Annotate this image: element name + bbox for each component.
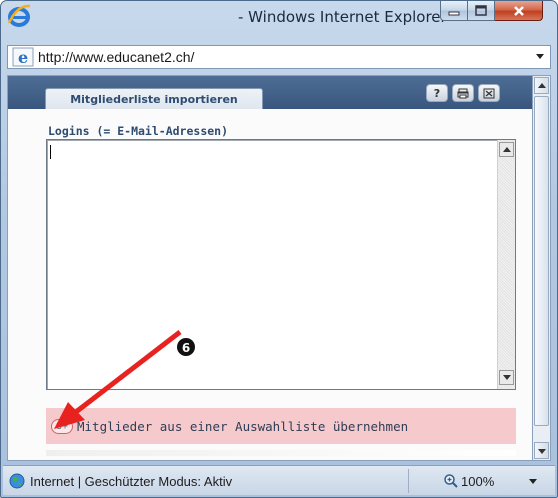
dialog-header: Mitgliederliste importieren ? [8,76,532,109]
address-bar[interactable]: e http://www.educanet2.ch/ [7,45,551,69]
ie-page-icon: e [12,47,34,67]
caption-buttons [440,1,551,21]
logins-label: Logins (= E-Mail-Adressen) [48,124,229,138]
select-from-list-row[interactable]: 8+ Mitglieder aus einer Auswahlliste übe… [46,408,516,444]
tab-mitgliederliste-importieren[interactable]: Mitgliederliste importieren [45,88,263,109]
maximize-icon [475,5,487,16]
title-bar[interactable]: - Windows Internet Explorer [1,1,557,35]
close-icon[interactable] [478,84,500,102]
scroll-up-button[interactable] [499,142,514,157]
security-zone-text[interactable]: Internet | Geschützter Modus: Aktiv [30,474,232,489]
zoom-icon[interactable] [444,474,458,488]
page-viewport: Mitgliederliste importieren ? Logins (= … [7,75,533,461]
page-scroll-down-button[interactable] [534,442,549,459]
close-window-button[interactable] [495,1,543,21]
add-member-icon[interactable]: 8+ [51,418,73,434]
scroll-down-button[interactable] [499,370,514,385]
internet-explorer-logo-icon [7,4,31,27]
text-caret [50,145,51,159]
close-icon [513,5,524,16]
maximize-button[interactable] [468,1,495,21]
zoom-level[interactable]: 100% [461,474,494,489]
dialog-bottom-strip [46,450,516,456]
window-title: - Windows Internet Explorer [238,8,447,26]
svg-text:e: e [18,48,28,67]
page-scroll-thumb[interactable] [534,96,549,426]
zoom-chevron-down-icon[interactable] [529,479,537,484]
browser-window: - Windows Internet Explorer e http://www… [0,0,558,498]
minimize-icon [448,11,460,15]
status-divider [408,469,409,493]
globe-icon [9,473,25,489]
print-icon[interactable] [452,84,474,102]
minimize-button[interactable] [440,1,468,21]
help-icon[interactable]: ? [426,84,448,102]
select-from-list-link[interactable]: Mitglieder aus einer Auswahlliste überne… [77,419,408,434]
dialog-header-icons: ? [426,84,500,102]
page-scrollbar[interactable] [533,75,551,461]
status-bar: Internet | Geschützter Modus: Aktiv 100% [3,465,555,495]
chevron-down-icon[interactable] [536,54,544,59]
url-text[interactable]: http://www.educanet2.ch/ [38,49,194,65]
import-dialog: Mitgliederliste importieren ? Logins (= … [8,76,532,460]
logins-textarea[interactable] [46,139,516,390]
page-scroll-up-button[interactable] [534,77,549,94]
textarea-scrollbar[interactable] [497,140,515,389]
